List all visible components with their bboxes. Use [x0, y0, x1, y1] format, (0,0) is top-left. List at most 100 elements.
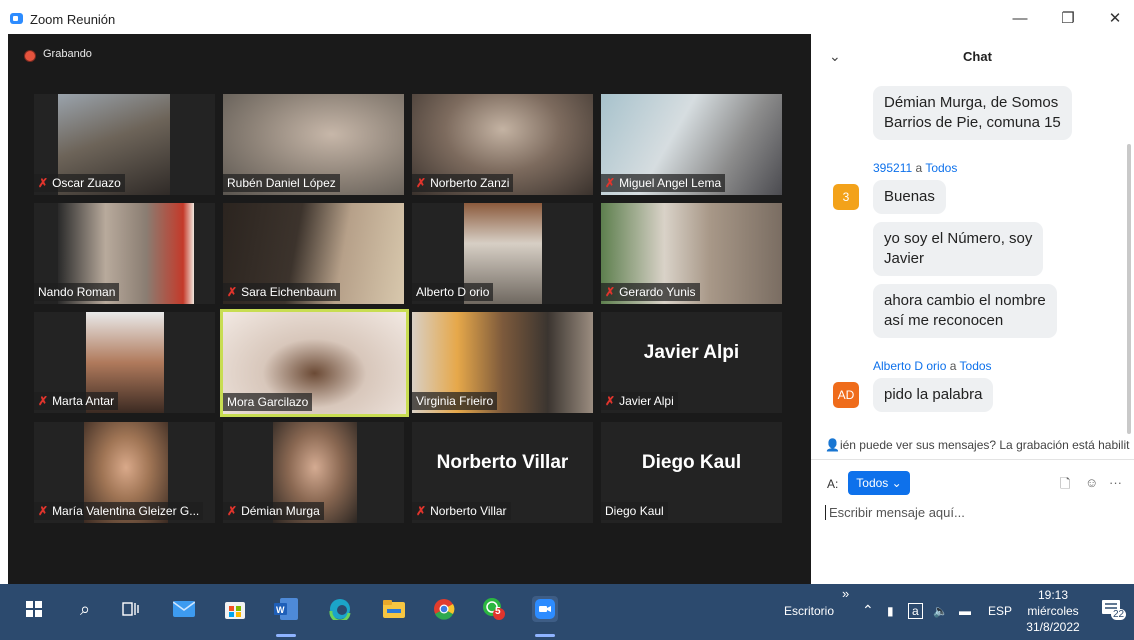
participant-label: ✗ Marta Antar — [34, 392, 119, 410]
zoom-icon[interactable] — [532, 596, 558, 622]
participant-label: ✗ Miguel Angel Lema — [601, 174, 726, 192]
language-indicator[interactable]: ESP — [988, 604, 1012, 618]
participant-label: Nando Roman — [34, 283, 120, 301]
muted-mic-icon: ✗ — [416, 504, 427, 518]
participant-label: Virginia Frieiro — [412, 392, 498, 410]
mail-icon[interactable] — [171, 596, 197, 622]
participant-name-display: Diego Kaul — [641, 452, 742, 473]
amazon-icon[interactable]: a — [908, 603, 923, 619]
zoom-logo-icon — [10, 13, 23, 24]
participant-label: ✗ Gerardo Yunis — [601, 283, 700, 301]
video-tile[interactable]: Virginia Frieiro — [412, 312, 593, 413]
participant-label: Rubén Daniel López — [223, 174, 340, 192]
edge-icon[interactable] — [327, 596, 353, 622]
video-tile[interactable]: Nando Roman — [34, 203, 215, 304]
video-tile[interactable]: Diego Kaul Diego Kaul — [601, 422, 782, 523]
participant-name-display: Norberto Villar — [436, 452, 569, 473]
video-tile[interactable]: ✗ Miguel Angel Lema — [601, 94, 782, 195]
participant-label: Alberto D orio — [412, 283, 494, 301]
muted-mic-icon: ✗ — [605, 285, 616, 299]
avatar: 3 — [833, 184, 859, 210]
chat-message: pido la palabra — [873, 378, 994, 412]
chat-privacy-notice[interactable]: 👤ién puede ver sus mensajes? La grabació… — [825, 438, 1130, 452]
muted-mic-icon: ✗ — [227, 285, 238, 299]
participant-label: ✗ María Valentina Gleizer G... — [34, 502, 204, 520]
recipient-dropdown[interactable]: Todos ⌄ — [848, 471, 910, 495]
chrome-icon[interactable] — [431, 596, 457, 622]
video-tile[interactable]: ✗ María Valentina Gleizer G... — [34, 422, 215, 523]
people-icon: 👤 — [825, 438, 840, 452]
chat-message: ahora cambio el nombre así me reconocen — [873, 284, 1057, 338]
task-view-icon[interactable] — [118, 596, 144, 622]
chevron-up-icon[interactable]: ⌃ — [862, 602, 874, 619]
muted-mic-icon: ✗ — [605, 394, 616, 408]
message-sender: Alberto D orio a Todos — [873, 359, 992, 373]
clock[interactable]: 19:13 miércoles 31/8/2022 — [1018, 587, 1088, 635]
participant-name-display: Javier Alpi — [643, 342, 740, 363]
window-title: Zoom Reunión — [30, 12, 116, 27]
video-tile[interactable]: Norberto Villar ✗ Norberto Villar — [412, 422, 593, 523]
desktop-toolbar-label[interactable]: Escritorio — [784, 604, 834, 618]
word-icon[interactable]: W — [273, 596, 299, 622]
chat-panel: ⌄ Chat Démian Murga, de Somos Barrios de… — [811, 34, 1134, 584]
muted-mic-icon: ✗ — [38, 504, 49, 518]
svg-text:W: W — [276, 605, 285, 615]
whatsapp-icon[interactable]: 5 — [481, 596, 507, 622]
more-options-icon[interactable]: ··· — [1109, 475, 1122, 490]
file-explorer-icon[interactable] — [381, 596, 407, 622]
notification-badge: 5 — [495, 606, 501, 617]
toolbar-overflow-chevron[interactable]: » — [842, 586, 849, 601]
message-sender: 395211 a Todos — [873, 161, 958, 175]
video-tile[interactable]: ✗ Démian Murga — [223, 422, 404, 523]
avatar: AD — [833, 382, 859, 408]
recipient-label: A: — [827, 477, 839, 491]
record-icon — [24, 50, 36, 62]
network-icon[interactable]: ▬ — [959, 604, 971, 618]
participant-label: ✗ Démian Murga — [223, 502, 324, 520]
close-button[interactable]: ✕ — [1100, 8, 1130, 30]
video-tile[interactable]: Alberto D orio — [412, 203, 593, 304]
participant-label: ✗ Norberto Villar — [412, 502, 511, 520]
video-tile[interactable]: ✗ Marta Antar — [34, 312, 215, 413]
divider — [811, 459, 1134, 460]
usb-device-icon[interactable]: ▮ — [887, 604, 894, 618]
notifications-icon[interactable]: 22 — [1099, 596, 1127, 622]
recording-label: Grabando — [43, 48, 92, 60]
speaker-icon[interactable]: 🔈 — [933, 604, 948, 618]
microsoft-store-icon[interactable] — [222, 596, 248, 622]
taskbar: ⌕ W 5 » Escritorio ⌃ ▮ a 🔈 ▬ ESP 19:13 m… — [0, 584, 1134, 640]
file-icon[interactable]: 🗋 — [1060, 475, 1070, 497]
chat-message: yo soy el Número, soy Javier — [873, 222, 1044, 276]
title-bar: Zoom Reunión — ❐ ✕ — [0, 0, 1134, 34]
video-tile-active-speaker[interactable]: Mora Garcilazo — [220, 309, 409, 417]
muted-mic-icon: ✗ — [38, 394, 49, 408]
muted-mic-icon: ✗ — [227, 504, 238, 518]
chat-message: Démian Murga, de Somos Barrios de Pie, c… — [873, 86, 1072, 140]
participant-label: Diego Kaul — [601, 502, 668, 520]
video-tile[interactable]: ✗ Norberto Zanzi — [412, 94, 593, 195]
video-tile[interactable]: ✗ Oscar Zuazo — [34, 94, 215, 195]
participant-label: ✗ Javier Alpi — [601, 392, 678, 410]
notification-count: 22 — [1111, 609, 1127, 620]
search-icon[interactable]: ⌕ — [72, 596, 98, 622]
emoji-icon[interactable]: ☺ — [1085, 475, 1098, 490]
participant-label: ✗ Sara Eichenbaum — [223, 283, 341, 301]
video-tile[interactable]: ✗ Gerardo Yunis — [601, 203, 782, 304]
muted-mic-icon: ✗ — [605, 176, 616, 190]
video-gallery: Grabando ✗ Oscar Zuazo Rubén Daniel López… — [8, 34, 811, 584]
video-tile[interactable]: ✗ Sara Eichenbaum — [223, 203, 404, 304]
video-tile[interactable]: Javier Alpi ✗ Javier Alpi — [601, 312, 782, 413]
chat-message: Buenas — [873, 180, 946, 214]
active-app-indicator — [535, 634, 555, 637]
windows-start-icon[interactable] — [21, 596, 47, 622]
video-tile[interactable]: Rubén Daniel López — [223, 94, 404, 195]
muted-mic-icon: ✗ — [38, 176, 49, 190]
minimize-button[interactable]: — — [1005, 8, 1035, 30]
maximize-button[interactable]: ❐ — [1053, 8, 1083, 30]
chat-scrollbar[interactable] — [1127, 144, 1131, 434]
participant-label: Mora Garcilazo — [223, 393, 313, 411]
message-input[interactable]: Escribir mensaje aquí... — [825, 505, 965, 520]
participant-label: ✗ Oscar Zuazo — [34, 174, 125, 192]
muted-mic-icon: ✗ — [416, 176, 427, 190]
active-app-indicator — [276, 634, 296, 637]
